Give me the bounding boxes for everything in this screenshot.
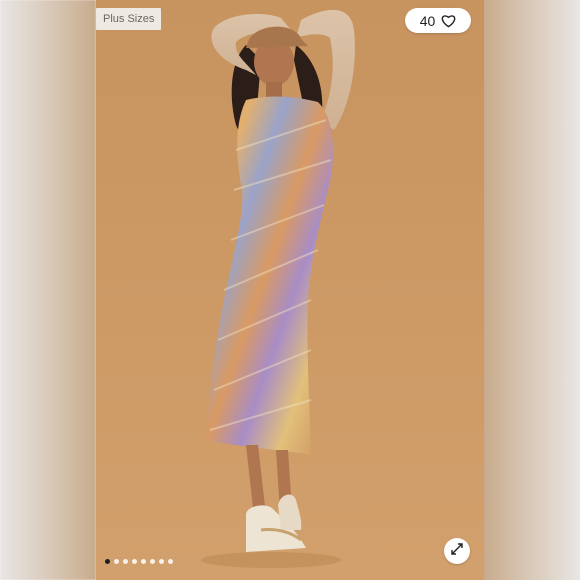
like-button[interactable]: 40 [405,8,471,33]
size-category-label: Plus Sizes [103,13,155,25]
expand-arrows-icon [450,542,464,561]
blurred-backdrop-left [0,0,96,580]
carousel-dot[interactable] [159,559,164,564]
carousel-dot[interactable] [105,559,110,564]
carousel-dot[interactable] [141,559,146,564]
carousel-dot[interactable] [114,559,119,564]
carousel-dot[interactable] [123,559,128,564]
product-photo-illustration [96,0,484,580]
carousel-dot[interactable] [132,559,137,564]
carousel-dot[interactable] [150,559,155,564]
expand-image-button[interactable] [444,538,470,564]
carousel-dot[interactable] [168,559,173,564]
listing-image-viewer: Plus Sizes 40 [0,0,580,580]
carousel-pagination [105,559,173,564]
like-count: 40 [419,12,436,29]
product-photo[interactable] [96,0,484,580]
size-category-tag: Plus Sizes [96,8,162,30]
heart-outline-icon [441,14,456,28]
blurred-backdrop-right [484,0,580,580]
